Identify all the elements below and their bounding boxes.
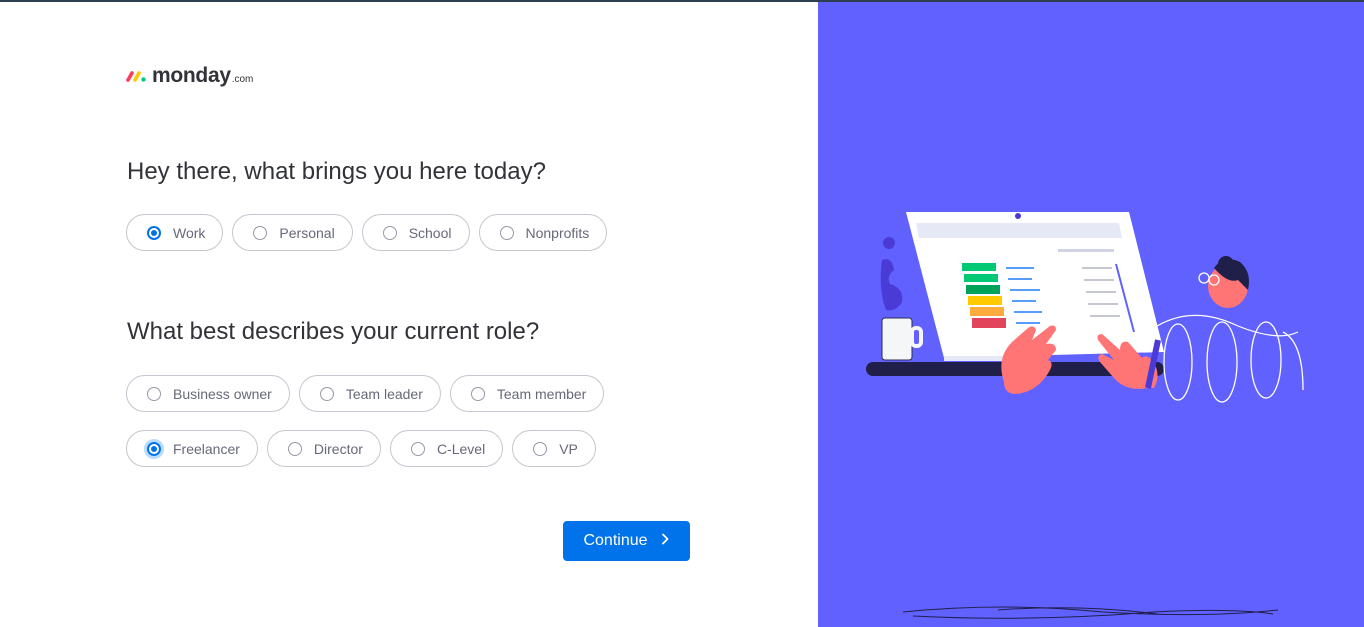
- purpose-option-nonprofits[interactable]: Nonprofits: [478, 214, 608, 251]
- option-label: Work: [173, 224, 206, 241]
- radio-icon[interactable]: [470, 386, 485, 401]
- radio-icon[interactable]: [499, 225, 514, 240]
- person-laptop-illustration: [866, 212, 1304, 619]
- illustration-panel: [818, 2, 1364, 627]
- role-option-business-owner[interactable]: Business owner: [126, 375, 290, 412]
- radio-icon[interactable]: [253, 225, 268, 240]
- option-label: Team member: [496, 385, 587, 402]
- purpose-question: Hey there, what brings you here today?: [127, 158, 546, 185]
- radio-icon[interactable]: [287, 441, 302, 456]
- radio-icon[interactable]: [533, 441, 548, 456]
- role-options-row-2: Freelancer Director C-Level VP: [126, 430, 596, 467]
- option-label: Nonprofits: [525, 224, 590, 241]
- continue-label: Continue: [583, 532, 648, 549]
- option-label: VP: [559, 440, 578, 457]
- continue-button[interactable]: Continue: [563, 521, 690, 561]
- purpose-option-school[interactable]: School: [361, 214, 470, 251]
- radio-icon[interactable]: [147, 386, 161, 401]
- logo-wordmark: monday: [152, 64, 231, 87]
- role-option-team-leader[interactable]: Team leader: [298, 375, 441, 412]
- radio-icon[interactable]: [410, 441, 425, 456]
- option-label: Director: [313, 440, 363, 457]
- purpose-option-work[interactable]: Work: [126, 214, 224, 251]
- role-option-vp[interactable]: VP: [512, 430, 596, 467]
- role-options-row-1: Business owner Team leader Team member: [126, 375, 605, 412]
- option-label: C-Level: [436, 440, 486, 457]
- chevron-right-icon: [660, 533, 670, 549]
- option-label: Business owner: [173, 385, 272, 402]
- radio-icon[interactable]: [147, 225, 161, 240]
- onboarding-form-panel: [0, 2, 818, 627]
- role-option-c-level[interactable]: C-Level: [389, 430, 504, 467]
- option-label: Personal: [279, 224, 335, 241]
- radio-icon[interactable]: [319, 386, 334, 401]
- role-option-team-member[interactable]: Team member: [449, 375, 605, 412]
- option-label: School: [408, 224, 452, 241]
- role-option-freelancer[interactable]: Freelancer: [126, 430, 258, 467]
- purpose-options: Work Personal School Nonprofits: [126, 214, 608, 251]
- radio-icon[interactable]: [382, 225, 397, 240]
- monday-logo-icon: [126, 71, 146, 82]
- monday-logo: monday .com: [125, 64, 253, 88]
- role-question: What best describes your current role?: [127, 318, 540, 345]
- option-label: Team leader: [345, 385, 423, 402]
- purpose-option-personal[interactable]: Personal: [232, 214, 353, 251]
- radio-icon[interactable]: [147, 441, 161, 456]
- logo-suffix: .com: [231, 74, 254, 85]
- role-option-director[interactable]: Director: [266, 430, 381, 467]
- option-label: Freelancer: [173, 440, 240, 457]
